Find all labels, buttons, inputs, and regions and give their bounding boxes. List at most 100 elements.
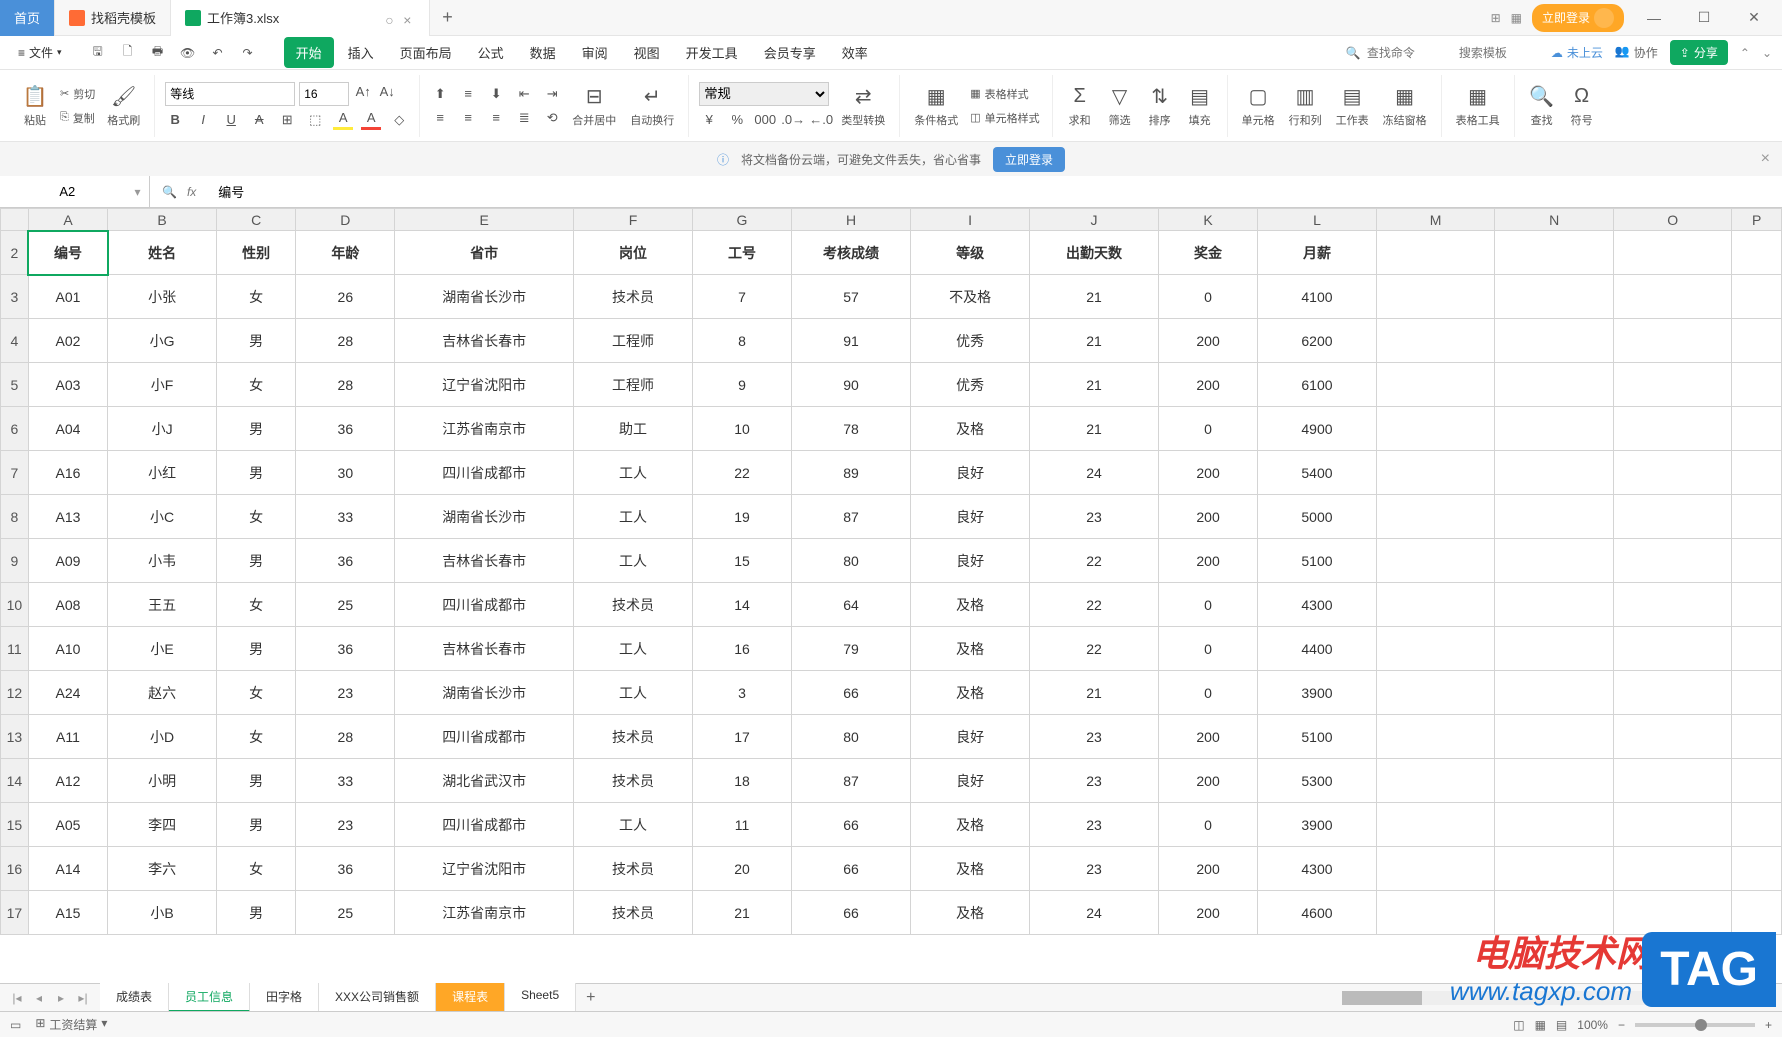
fill-color-button[interactable]: A — [333, 110, 353, 130]
paste-button[interactable]: 📋粘贴 — [18, 82, 52, 130]
cell-N14[interactable] — [1495, 759, 1614, 803]
minimize-button[interactable]: — — [1634, 3, 1674, 33]
more-icon[interactable]: ⌄ — [1762, 46, 1772, 60]
sheet-tab-2[interactable]: 田字格 — [250, 983, 319, 1012]
sheet-tab-4[interactable]: 课程表 — [436, 983, 505, 1012]
cell-H3[interactable]: 57 — [791, 275, 910, 319]
cell-J5[interactable]: 21 — [1030, 363, 1159, 407]
border-button[interactable]: ⊞ — [277, 110, 297, 130]
cell-M13[interactable] — [1376, 715, 1495, 759]
ribbon-tab-layout[interactable]: 页面布局 — [388, 37, 464, 68]
cell-A11[interactable]: A10 — [28, 627, 107, 671]
spreadsheet-grid[interactable]: ABCDEFGHIJKLMNOP2编号姓名性别年龄省市岗位工号考核成绩等级出勤天… — [0, 208, 1782, 988]
align-center-button[interactable]: ≡ — [458, 108, 478, 128]
cell-M14[interactable] — [1376, 759, 1495, 803]
cell-I17[interactable]: 及格 — [911, 891, 1030, 935]
cell-P13[interactable] — [1732, 715, 1782, 759]
italic-button[interactable]: I — [193, 110, 213, 130]
cell-G17[interactable]: 21 — [692, 891, 791, 935]
cell-C4[interactable]: 男 — [217, 319, 296, 363]
cell-L9[interactable]: 5100 — [1258, 539, 1377, 583]
cell-F6[interactable]: 助工 — [574, 407, 693, 451]
row-header-9[interactable]: 9 — [1, 539, 29, 583]
row-header-16[interactable]: 16 — [1, 847, 29, 891]
cell-E13[interactable]: 四川省成都市 — [395, 715, 574, 759]
col-header-J[interactable]: J — [1030, 209, 1159, 231]
cell-B13[interactable]: 小D — [108, 715, 217, 759]
cell-B10[interactable]: 王五 — [108, 583, 217, 627]
cell-E10[interactable]: 四川省成都市 — [395, 583, 574, 627]
font-size-select[interactable] — [299, 82, 349, 106]
name-box-input[interactable] — [0, 184, 135, 199]
col-header-N[interactable]: N — [1495, 209, 1614, 231]
apps-icon[interactable]: ▦ — [1511, 11, 1522, 25]
cell-F15[interactable]: 工人 — [574, 803, 693, 847]
cell-O5[interactable] — [1613, 363, 1732, 407]
cell-H5[interactable]: 90 — [791, 363, 910, 407]
cell-L7[interactable]: 5400 — [1258, 451, 1377, 495]
cell-E15[interactable]: 四川省成都市 — [395, 803, 574, 847]
cell-P9[interactable] — [1732, 539, 1782, 583]
cell-D7[interactable]: 30 — [296, 451, 395, 495]
orientation-button[interactable]: ⟲ — [542, 108, 562, 128]
cell-G8[interactable]: 19 — [692, 495, 791, 539]
cell-E4[interactable]: 吉林省长春市 — [395, 319, 574, 363]
table-tools-button[interactable]: ▦表格工具 — [1452, 82, 1504, 130]
cell-J4[interactable]: 21 — [1030, 319, 1159, 363]
cell-E3[interactable]: 湖南省长沙市 — [395, 275, 574, 319]
cell-I9[interactable]: 良好 — [911, 539, 1030, 583]
cell-E16[interactable]: 辽宁省沈阳市 — [395, 847, 574, 891]
cell-N9[interactable] — [1495, 539, 1614, 583]
cell-G9[interactable]: 15 — [692, 539, 791, 583]
cell-A7[interactable]: A16 — [28, 451, 107, 495]
fx-icon[interactable]: fx — [187, 185, 196, 199]
cell-H15[interactable]: 66 — [791, 803, 910, 847]
ribbon-tab-review[interactable]: 审阅 — [570, 37, 620, 68]
cell-C15[interactable]: 男 — [217, 803, 296, 847]
cell-L17[interactable]: 4600 — [1258, 891, 1377, 935]
cell-D12[interactable]: 23 — [296, 671, 395, 715]
cell-B3[interactable]: 小张 — [108, 275, 217, 319]
layout-icon[interactable]: ⊞ — [1491, 11, 1501, 25]
clear-format-button[interactable]: ◇ — [389, 110, 409, 130]
font-color-button[interactable]: A — [361, 110, 381, 130]
cell-C8[interactable]: 女 — [217, 495, 296, 539]
ribbon-tab-dev[interactable]: 开发工具 — [674, 37, 750, 68]
cell-B17[interactable]: 小B — [108, 891, 217, 935]
col-header-A[interactable]: A — [28, 209, 107, 231]
cell-A15[interactable]: A05 — [28, 803, 107, 847]
cell-C17[interactable]: 男 — [217, 891, 296, 935]
cell-A9[interactable]: A09 — [28, 539, 107, 583]
cell-G16[interactable]: 20 — [692, 847, 791, 891]
cell-M8[interactable] — [1376, 495, 1495, 539]
ribbon-tab-efficiency[interactable]: 效率 — [830, 37, 880, 68]
col-header-D[interactable]: D — [296, 209, 395, 231]
col-header-F[interactable]: F — [574, 209, 693, 231]
sheet-tab-3[interactable]: XXX公司销售额 — [319, 983, 436, 1012]
cell-M7[interactable] — [1376, 451, 1495, 495]
cell-K17[interactable]: 200 — [1159, 891, 1258, 935]
cell-P8[interactable] — [1732, 495, 1782, 539]
cell-N4[interactable] — [1495, 319, 1614, 363]
cell-F7[interactable]: 工人 — [574, 451, 693, 495]
cell-F4[interactable]: 工程师 — [574, 319, 693, 363]
print-preview-button[interactable]: 👁 — [178, 43, 198, 63]
align-middle-button[interactable]: ≡ — [458, 84, 478, 104]
cell-M16[interactable] — [1376, 847, 1495, 891]
maximize-button[interactable]: ☐ — [1684, 3, 1724, 33]
col-header-H[interactable]: H — [791, 209, 910, 231]
find-button[interactable]: 🔍查找 — [1525, 82, 1559, 130]
col-header-I[interactable]: I — [911, 209, 1030, 231]
cell-H14[interactable]: 87 — [791, 759, 910, 803]
align-justify-button[interactable]: ≣ — [514, 108, 534, 128]
cell-H17[interactable]: 66 — [791, 891, 910, 935]
cell-E17[interactable]: 江苏省南京市 — [395, 891, 574, 935]
cell-E11[interactable]: 吉林省长春市 — [395, 627, 574, 671]
row-header-5[interactable]: 5 — [1, 363, 29, 407]
cell-J2[interactable]: 出勤天数 — [1030, 231, 1159, 275]
cell-J11[interactable]: 22 — [1030, 627, 1159, 671]
calc-mode[interactable]: ⊞工资结算▾ — [35, 1016, 107, 1033]
cell-H16[interactable]: 66 — [791, 847, 910, 891]
cell-C14[interactable]: 男 — [217, 759, 296, 803]
cell-M4[interactable] — [1376, 319, 1495, 363]
